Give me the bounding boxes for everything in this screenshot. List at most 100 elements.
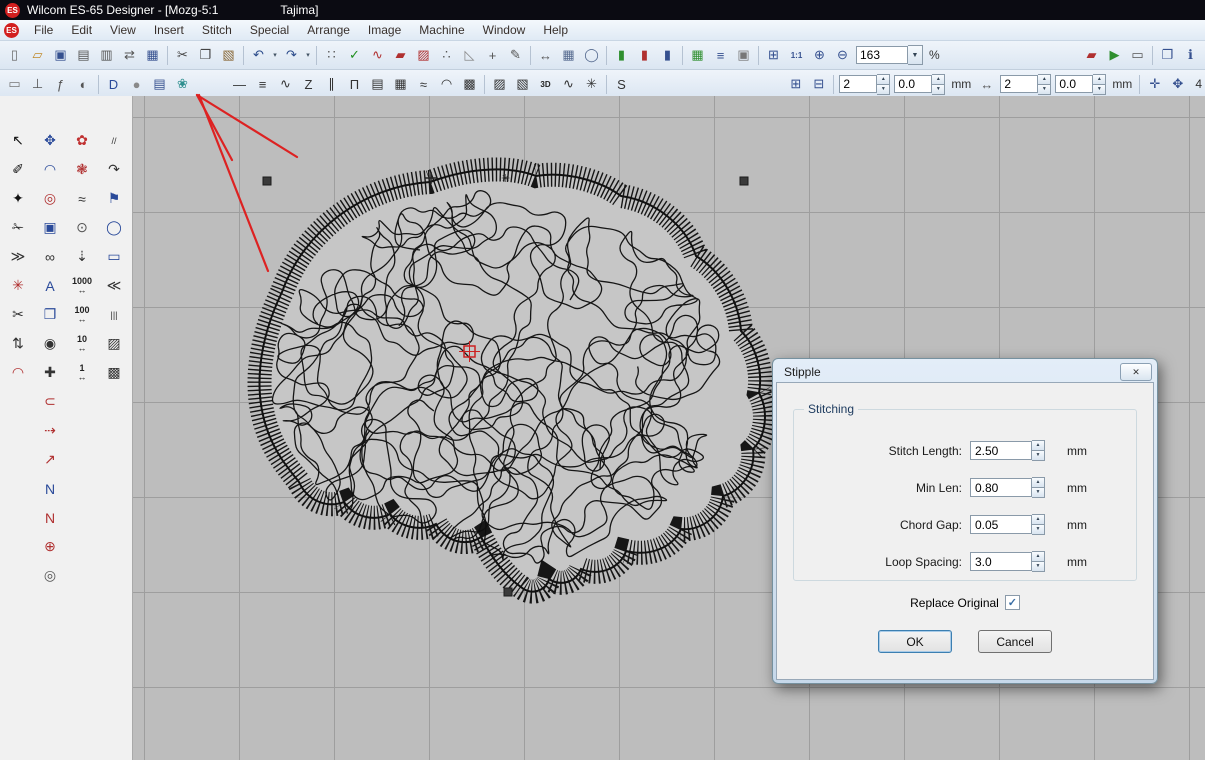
travel-1-tool[interactable]: 1↔: [66, 358, 98, 387]
stitch-length-spin-down-icon[interactable]: ▼: [1032, 451, 1045, 461]
show-bitmap-icon[interactable]: ▭: [3, 73, 26, 96]
thread-colors-icon[interactable]: ▰: [1080, 44, 1103, 67]
crosshair-icon[interactable]: +: [481, 44, 504, 67]
select-tool[interactable]: ↖: [2, 126, 34, 155]
ellipse-tool[interactable]: ◯: [98, 213, 130, 242]
fancy-fill-icon[interactable]: ▩: [458, 73, 481, 96]
open-icon[interactable]: ▱: [26, 44, 49, 67]
write-to-machine-icon[interactable]: ▦: [141, 44, 164, 67]
print-preview-icon[interactable]: ▥: [95, 44, 118, 67]
stamp-pattern-tool[interactable]: ▩: [98, 358, 130, 387]
loop-spacing-spin-down-icon[interactable]: ▼: [1032, 562, 1045, 572]
mdi-child-icon[interactable]: ES: [4, 23, 19, 38]
florentine-effect-icon[interactable]: S: [610, 73, 633, 96]
menu-item-special[interactable]: Special: [241, 21, 298, 39]
travel-10-tool[interactable]: 10↔: [66, 329, 98, 358]
reshape-tool[interactable]: ✥: [34, 126, 66, 155]
target-point-tool[interactable]: ◎: [34, 184, 66, 213]
film-red-icon[interactable]: ▮: [633, 44, 656, 67]
digitize-icon[interactable]: ✎: [504, 44, 527, 67]
zoom-box-icon[interactable]: ⊞: [762, 44, 785, 67]
arc-fan-tool[interactable]: ◠: [2, 358, 34, 387]
star-fill-icon[interactable]: ✳: [580, 73, 603, 96]
stipple-run-icon[interactable]: ▤: [148, 73, 171, 96]
menu-item-image[interactable]: Image: [359, 21, 410, 39]
single-run-icon[interactable]: —: [228, 73, 251, 96]
design-check-icon[interactable]: ✓: [343, 44, 366, 67]
slant-hatch-tool[interactable]: //: [98, 126, 130, 155]
ruler-small-icon[interactable]: ↔: [975, 73, 998, 96]
sculpture-run-icon[interactable]: ∿: [274, 73, 297, 96]
menu-item-file[interactable]: File: [25, 21, 62, 39]
new-icon[interactable]: ▯: [3, 44, 26, 67]
menu-item-help[interactable]: Help: [534, 21, 577, 39]
wand-select-tool[interactable]: ✦: [2, 184, 34, 213]
needle-insert-tool[interactable]: ⇣: [66, 242, 98, 271]
applique-window-tool[interactable]: ▣: [34, 213, 66, 242]
undo-dropdown-caret-icon[interactable]: ▾: [270, 45, 280, 66]
auto-digitize-icon[interactable]: D: [102, 73, 125, 96]
run-speed-tool[interactable]: ≪: [98, 271, 130, 300]
ring-segment-tool[interactable]: ⊂: [34, 387, 66, 416]
entry-exit-tool[interactable]: ⊕: [34, 532, 66, 561]
ok-button[interactable]: OK: [878, 630, 952, 653]
grid-size-x-spin-up-icon[interactable]: ▲: [932, 74, 945, 85]
satin-stitch-icon[interactable]: ▰: [389, 44, 412, 67]
flag-tool[interactable]: ⚑: [98, 184, 130, 213]
fill-stitch-icon[interactable]: ▨: [412, 44, 435, 67]
menu-item-view[interactable]: View: [101, 21, 145, 39]
magic-wand-icon[interactable]: ●: [125, 73, 148, 96]
stitch-list-icon[interactable]: ≡: [709, 44, 732, 67]
grid-major-y-input[interactable]: [1000, 75, 1038, 93]
applique-icon[interactable]: ◺: [458, 44, 481, 67]
print-icon[interactable]: ▤: [72, 44, 95, 67]
e-stitch-icon[interactable]: Π: [343, 73, 366, 96]
zoom-in-icon[interactable]: ⊕: [808, 44, 831, 67]
chord-gap-input[interactable]: [970, 515, 1032, 534]
cut-icon[interactable]: ✂: [171, 44, 194, 67]
stipple-dialog-titlebar[interactable]: Stipple ✕: [776, 362, 1154, 382]
redo-icon[interactable]: ↷: [280, 44, 303, 67]
grid-size-y-spin-up-icon[interactable]: ▲: [1093, 74, 1106, 85]
pattern-fill-icon[interactable]: ▦: [389, 73, 412, 96]
min-len-spin-down-icon[interactable]: ▼: [1032, 488, 1045, 498]
export-file-icon[interactable]: ⇄: [118, 44, 141, 67]
zigzag-stitch-icon[interactable]: Z: [297, 73, 320, 96]
grid-major-y-spin-down-icon[interactable]: ▼: [1038, 85, 1051, 95]
hoop-icon[interactable]: ◯: [580, 44, 603, 67]
min-len-spin-up-icon[interactable]: ▲: [1032, 477, 1045, 488]
redo-dropdown-caret-icon[interactable]: ▾: [303, 45, 313, 66]
color-film-icon[interactable]: ▦: [686, 44, 709, 67]
orbit-tool[interactable]: ◎: [34, 561, 66, 590]
menu-item-machine[interactable]: Machine: [410, 21, 473, 39]
knife-tool[interactable]: ✁: [2, 213, 34, 242]
center-design-icon[interactable]: ✛: [1143, 73, 1166, 96]
loop-spacing-input[interactable]: [970, 552, 1032, 571]
grid-size-y-input[interactable]: [1055, 75, 1093, 93]
stitch-player-icon[interactable]: ▶: [1103, 44, 1126, 67]
gradient-fill-icon[interactable]: ▨: [488, 73, 511, 96]
zigzag-line-tool[interactable]: N: [34, 474, 66, 503]
menu-item-arrange[interactable]: Arrange: [298, 21, 359, 39]
stitch-length-spin-up-icon[interactable]: ▲: [1032, 440, 1045, 451]
grid-size-y-spin-down-icon[interactable]: ▼: [1093, 85, 1106, 95]
travel-1000-tool[interactable]: 1000↔: [66, 271, 98, 300]
offset-fill-icon[interactable]: ▧: [511, 73, 534, 96]
chord-gap-spin-down-icon[interactable]: ▼: [1032, 525, 1045, 535]
flower-stamp-icon[interactable]: ❀: [171, 73, 194, 96]
loop-spacing-spin-up-icon[interactable]: ▲: [1032, 551, 1045, 562]
parallel-hatch-tool[interactable]: ≫: [2, 242, 34, 271]
triple-run-icon[interactable]: ≡: [251, 73, 274, 96]
move-design-icon[interactable]: ✥: [1166, 73, 1189, 96]
menu-item-insert[interactable]: Insert: [145, 21, 193, 39]
show-grid-icon[interactable]: ⊞: [784, 73, 807, 96]
grid-size-x-spin-down-icon[interactable]: ▼: [932, 85, 945, 95]
grid-major-x-spin-up-icon[interactable]: ▲: [877, 74, 890, 85]
save-icon[interactable]: ▣: [49, 44, 72, 67]
travel-100-tool[interactable]: 100↔: [66, 300, 98, 329]
scissors-tool[interactable]: ✂: [2, 300, 34, 329]
dim-artwork-icon[interactable]: ◐: [72, 73, 95, 96]
paste-icon[interactable]: ▧: [217, 44, 240, 67]
buttonhole-tool[interactable]: ⊙: [66, 213, 98, 242]
zoom-input[interactable]: [856, 46, 908, 64]
